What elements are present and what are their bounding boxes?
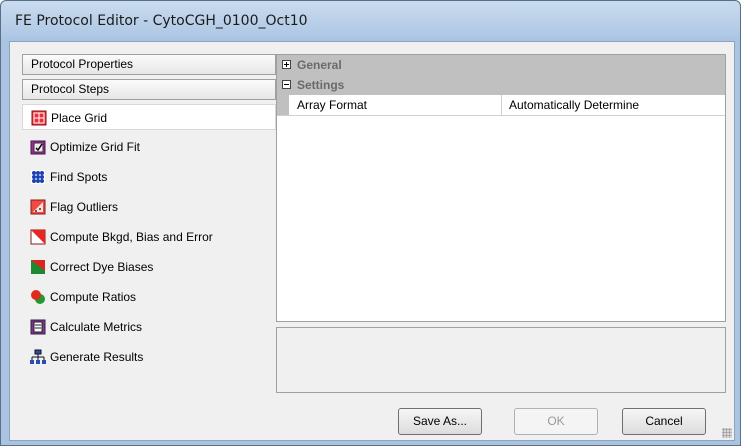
property-grid: General Settings Array Format Automatica… — [276, 54, 726, 322]
window-title: FE Protocol Editor - CytoCGH_0100_Oct10 — [15, 13, 308, 29]
step-label: Generate Results — [50, 350, 144, 364]
description-pane — [276, 327, 726, 393]
save-as-button[interactable]: Save As... — [398, 408, 482, 435]
calculate-metrics-icon — [30, 319, 46, 335]
step-calculate-metrics[interactable]: Calculate Metrics — [22, 314, 276, 340]
property-row-array-format[interactable]: Array Format Automatically Determine — [277, 95, 725, 116]
step-find-spots[interactable]: Find Spots — [22, 164, 276, 190]
compute-bkgd-icon — [30, 229, 46, 245]
category-label: Settings — [297, 78, 345, 92]
step-compute-bkgd[interactable]: Compute Bkgd, Bias and Error — [22, 224, 276, 250]
ok-button[interactable]: OK — [514, 408, 598, 435]
category-general[interactable]: General — [277, 55, 725, 75]
step-label: Compute Bkgd, Bias and Error — [50, 230, 213, 244]
step-flag-outliers[interactable]: Flag Outliers — [22, 194, 276, 220]
optimize-grid-icon — [30, 140, 46, 155]
step-compute-ratios[interactable]: Compute Ratios — [22, 284, 276, 310]
protocol-properties-header[interactable]: Protocol Properties — [22, 54, 276, 75]
column-divider — [501, 95, 502, 115]
property-name: Array Format — [297, 98, 368, 112]
category-label: General — [297, 58, 342, 72]
step-optimize-grid-fit[interactable]: Optimize Grid Fit — [22, 134, 276, 160]
collapse-icon[interactable] — [282, 80, 291, 89]
row-gutter — [277, 95, 289, 115]
correct-dye-icon — [31, 260, 45, 274]
protocol-editor-window: FE Protocol Editor - CytoCGH_0100_Oct10 … — [0, 0, 741, 446]
find-spots-icon — [31, 170, 45, 184]
category-settings[interactable]: Settings — [277, 75, 725, 95]
step-label: Calculate Metrics — [50, 320, 143, 334]
resize-grip[interactable] — [722, 428, 732, 438]
protocol-navigator: Protocol Properties Protocol Steps Place… — [22, 54, 276, 384]
expand-icon[interactable] — [282, 60, 291, 69]
generate-results-icon — [30, 349, 46, 364]
step-generate-results[interactable]: Generate Results — [22, 344, 276, 370]
step-label: Flag Outliers — [50, 200, 119, 214]
title-bar[interactable]: FE Protocol Editor - CytoCGH_0100_Oct10 — [1, 1, 740, 41]
compute-ratios-icon — [31, 290, 45, 304]
place-grid-icon — [31, 110, 47, 126]
protocol-steps-header[interactable]: Protocol Steps — [22, 79, 276, 100]
step-label: Place Grid — [51, 111, 108, 125]
dialog-body: Protocol Properties Protocol Steps Place… — [9, 41, 735, 441]
cancel-button[interactable]: Cancel — [622, 408, 706, 435]
step-label: Optimize Grid Fit — [50, 140, 141, 154]
step-label: Find Spots — [50, 170, 108, 184]
step-correct-dye-biases[interactable]: Correct Dye Biases — [22, 254, 276, 280]
step-label: Compute Ratios — [50, 290, 137, 304]
step-label: Correct Dye Biases — [50, 260, 154, 274]
property-value[interactable]: Automatically Determine — [509, 95, 639, 115]
step-place-grid[interactable]: Place Grid — [22, 104, 276, 130]
flag-outliers-icon — [30, 199, 46, 215]
